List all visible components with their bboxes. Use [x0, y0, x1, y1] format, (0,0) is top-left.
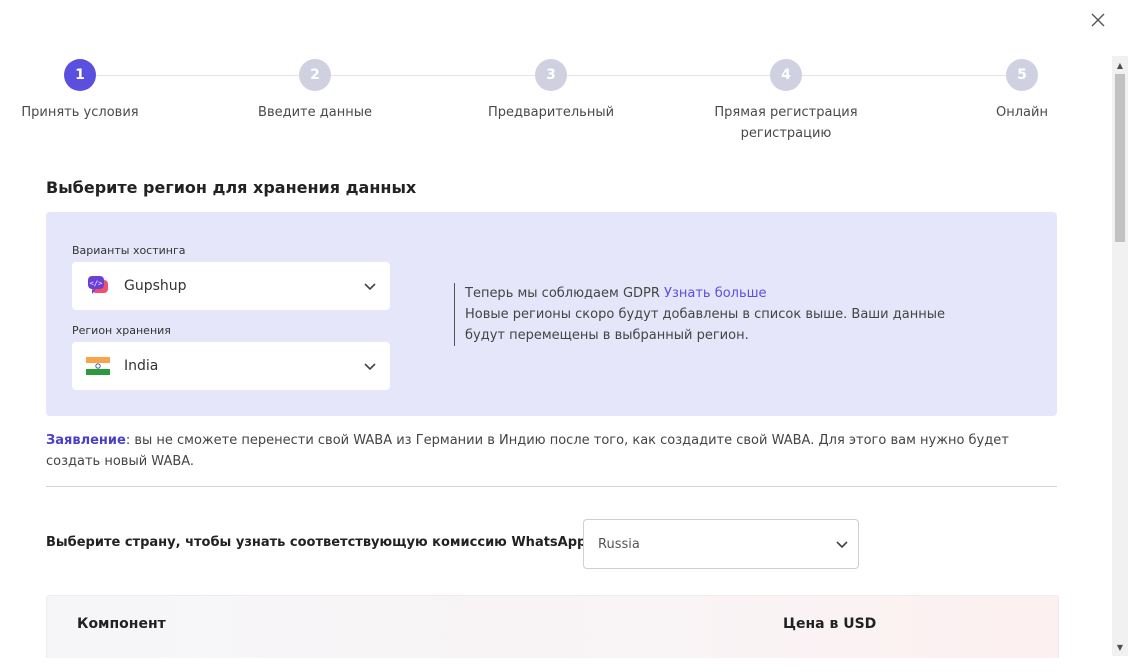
scroll-thumb[interactable] [1115, 74, 1125, 242]
step-connector [96, 75, 299, 76]
scrollbar[interactable]: ▲ ▼ [1112, 56, 1128, 656]
gdpr-line: Теперь мы соблюдаем GDPR Узнать больше [465, 283, 985, 304]
storage-label: Регион хранения [72, 324, 171, 337]
scroll-up-icon[interactable]: ▲ [1112, 58, 1128, 72]
step-4-label-line1: Прямая регистрация [714, 105, 858, 120]
step-connector [331, 75, 535, 76]
chevron-down-icon [364, 363, 376, 371]
step-2-label: Введите данные [258, 105, 372, 120]
india-flag-icon [86, 354, 110, 378]
storage-value: India [124, 358, 159, 374]
pricing-table-header: Компонент Цена в USD [46, 595, 1059, 658]
progress-stepper: 1 2 3 4 5 Принять условия Введите данные… [0, 0, 1110, 150]
step-4-indicator: 4 [770, 59, 802, 91]
statement-label: Заявление [46, 433, 126, 448]
statement-text: Заявление: вы не сможете перенести свой … [46, 430, 1056, 472]
hosting-select[interactable]: </> Gupshup [72, 262, 390, 310]
region-panel: Варианты хостинга </> Gupshup Регион хра… [46, 212, 1057, 416]
step-4-label-line2: регистрацию [740, 126, 832, 141]
country-select[interactable]: Russia [583, 519, 859, 569]
chevron-down-icon [836, 541, 848, 549]
gupshup-logo-icon: </> [86, 274, 110, 298]
step-5-label: Онлайн [996, 105, 1048, 120]
step-3-indicator: 3 [535, 59, 567, 91]
country-label: Выберите страну, чтобы узнать соответств… [46, 535, 587, 550]
step-5-indicator: 5 [1006, 59, 1038, 91]
chevron-down-icon [364, 283, 376, 291]
learn-more-link[interactable]: Узнать больше [664, 286, 767, 301]
scroll-down-icon[interactable]: ▼ [1112, 640, 1128, 654]
hosting-value: Gupshup [124, 278, 187, 294]
statement-body: : вы не сможете перенести свой WABA из Г… [46, 433, 1009, 469]
divider [46, 486, 1057, 487]
step-3-label: Предварительный [487, 105, 615, 120]
hosting-label: Варианты хостинга [72, 244, 186, 257]
step-1-label: Принять условия [21, 105, 139, 120]
gdpr-text: Теперь мы соблюдаем GDPR [465, 286, 660, 301]
step-2-indicator: 2 [299, 59, 331, 91]
regions-note: Новые регионы скоро будут добавлены в сп… [465, 307, 945, 343]
column-header-price: Цена в USD [783, 616, 877, 632]
country-value: Russia [598, 536, 640, 552]
svg-text:</>: </> [90, 280, 103, 288]
gdpr-info: Теперь мы соблюдаем GDPR Узнать больше Н… [454, 283, 985, 346]
section-title: Выберите регион для хранения данных [46, 178, 417, 197]
step-connector [802, 75, 1006, 76]
step-4-label: Прямая регистрация регистрацию [696, 102, 876, 144]
step-1-indicator: 1 [64, 59, 96, 91]
column-header-component: Компонент [77, 616, 166, 632]
storage-region-select[interactable]: India [72, 342, 390, 390]
step-connector [567, 75, 770, 76]
